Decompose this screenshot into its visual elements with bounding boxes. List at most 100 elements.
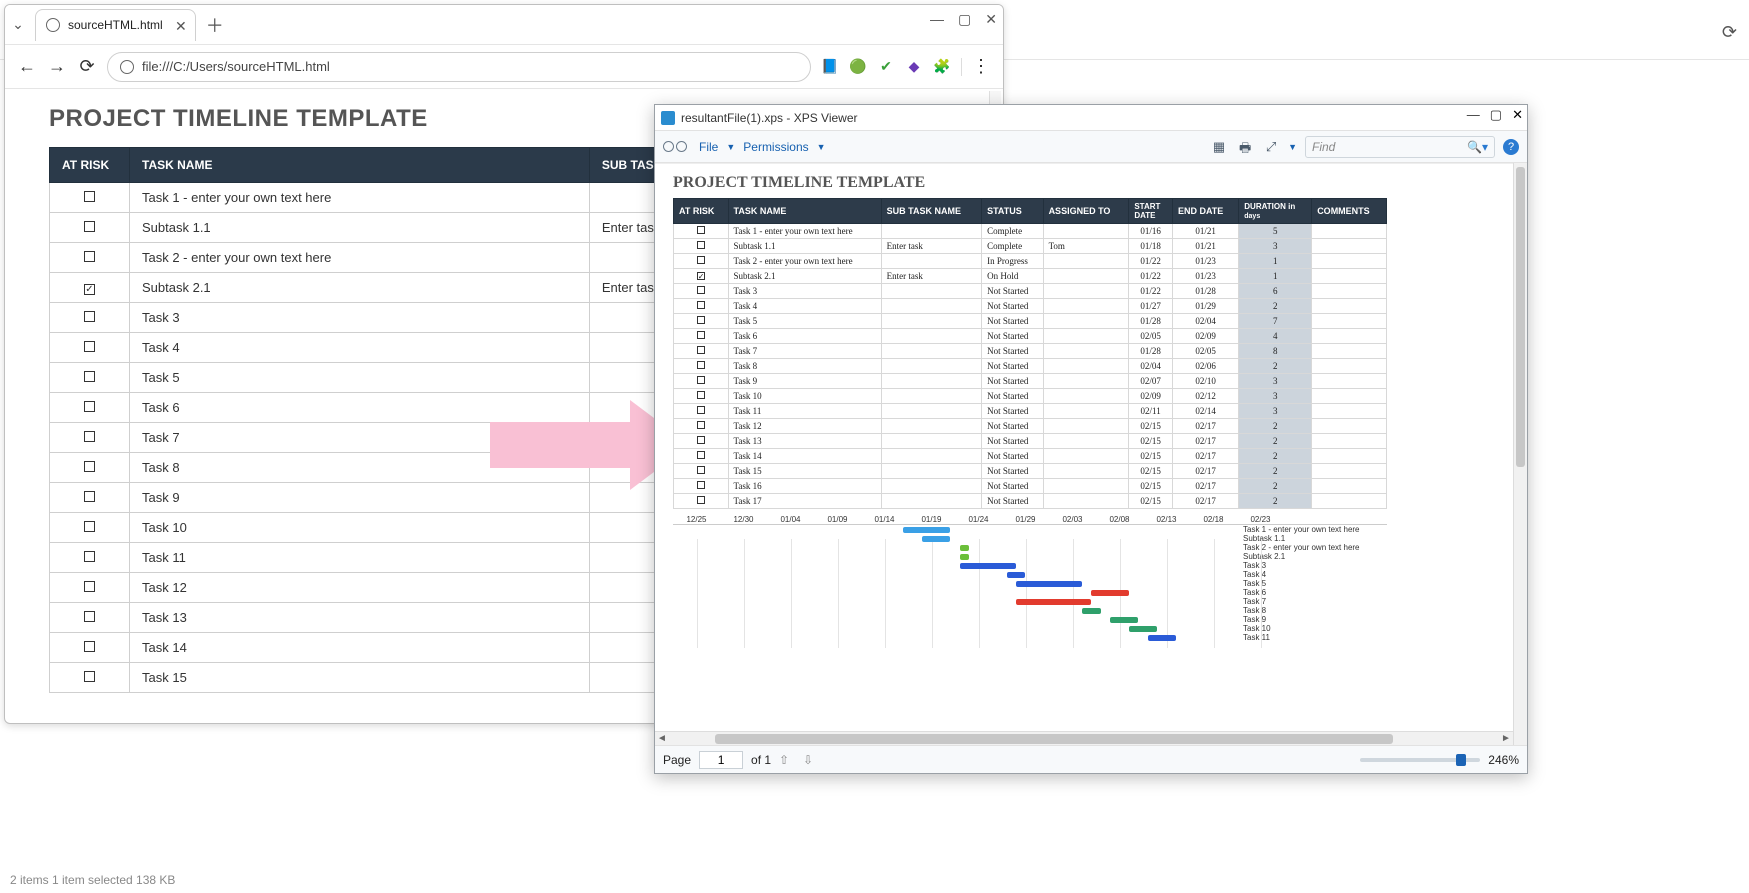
back-button[interactable]: ← <box>17 56 37 77</box>
subtask-cell <box>881 254 981 269</box>
column-header: TASK NAME <box>728 199 881 224</box>
new-tab-button[interactable]: ＋ <box>206 12 224 38</box>
page-down-button[interactable]: ⇩ <box>803 753 819 767</box>
table-row: Task 9Not Started02/0702/103 <box>674 374 1387 389</box>
risk-cell[interactable] <box>50 363 130 393</box>
site-info-icon[interactable] <box>120 60 134 74</box>
legend-item: Task 5 <box>1243 579 1387 588</box>
menu-permissions[interactable]: Permissions <box>743 140 808 154</box>
maximize-button[interactable]: ▢ <box>958 11 971 28</box>
start-cell: 02/15 <box>1129 479 1173 494</box>
risk-cell[interactable] <box>674 299 729 314</box>
risk-cell[interactable] <box>674 284 729 299</box>
risk-cell[interactable] <box>674 464 729 479</box>
table-row: Task 13Not Started02/1502/172 <box>674 434 1387 449</box>
address-bar[interactable]: file:///C:/Users/sourceHTML.html <box>107 52 811 82</box>
find-input[interactable]: Find 🔍▾ <box>1305 136 1495 158</box>
table-row: Task 11Not Started02/1102/143 <box>674 404 1387 419</box>
risk-cell[interactable] <box>50 213 130 243</box>
print-icon[interactable]: 🖶 <box>1236 139 1254 155</box>
duration-cell: 2 <box>1239 434 1312 449</box>
risk-cell[interactable] <box>674 449 729 464</box>
risk-cell[interactable] <box>674 269 729 284</box>
binoculars-icon[interactable] <box>663 136 691 158</box>
risk-cell[interactable] <box>674 344 729 359</box>
risk-cell[interactable] <box>50 513 130 543</box>
risk-cell[interactable] <box>50 543 130 573</box>
duration-cell: 4 <box>1239 329 1312 344</box>
risk-cell[interactable] <box>50 273 130 303</box>
xps-vertical-scrollbar[interactable] <box>1513 163 1527 745</box>
chevron-down-icon[interactable]: ▼ <box>1288 142 1297 152</box>
risk-cell[interactable] <box>674 239 729 254</box>
risk-cell[interactable] <box>674 434 729 449</box>
menu-file[interactable]: File <box>699 140 718 154</box>
chevron-down-icon[interactable]: ▼ <box>726 142 735 152</box>
risk-cell[interactable] <box>50 483 130 513</box>
risk-cell[interactable] <box>674 479 729 494</box>
forward-button[interactable]: → <box>47 56 67 77</box>
minimize-button[interactable]: — <box>930 11 944 28</box>
risk-cell[interactable] <box>50 603 130 633</box>
risk-cell[interactable] <box>674 254 729 269</box>
risk-cell[interactable] <box>50 453 130 483</box>
fit-width-icon[interactable]: ⤢ <box>1262 139 1280 155</box>
task-cell: Task 15 <box>728 464 881 479</box>
page-up-button[interactable]: ⇧ <box>779 753 795 767</box>
risk-cell[interactable] <box>50 573 130 603</box>
minimize-button[interactable]: — <box>1467 107 1480 123</box>
end-cell: 01/23 <box>1172 269 1238 284</box>
layout-view-icon[interactable]: ▦ <box>1210 139 1228 155</box>
xps-document-area[interactable]: PROJECT TIMELINE TEMPLATE AT RISKTASK NA… <box>655 163 1513 745</box>
risk-cell[interactable] <box>674 314 729 329</box>
gantt-bar <box>960 545 969 551</box>
risk-cell[interactable] <box>674 404 729 419</box>
tab-title: sourceHTML.html <box>68 18 163 32</box>
browser-tab[interactable]: sourceHTML.html ✕ <box>35 9 196 41</box>
refresh-icon[interactable]: ⟳ <box>1722 22 1737 43</box>
risk-cell[interactable] <box>50 633 130 663</box>
risk-cell[interactable] <box>674 419 729 434</box>
subtask-cell <box>881 284 981 299</box>
risk-cell[interactable] <box>674 224 729 239</box>
maximize-button[interactable]: ▢ <box>1490 107 1502 123</box>
task-cell: Task 10 <box>728 389 881 404</box>
risk-cell[interactable] <box>50 663 130 693</box>
close-tab-icon[interactable]: ✕ <box>175 18 187 35</box>
table-row: Task 17Not Started02/1502/172 <box>674 494 1387 509</box>
risk-cell[interactable] <box>50 183 130 213</box>
risk-cell[interactable] <box>674 494 729 509</box>
risk-cell[interactable] <box>50 393 130 423</box>
status-cell: On Hold <box>982 269 1043 284</box>
comments-cell <box>1312 284 1387 299</box>
extensions-puzzle-icon[interactable]: 🧩 <box>933 58 951 76</box>
tab-overflow-chevron-icon[interactable]: ⌄ <box>5 16 31 33</box>
assigned-cell <box>1043 389 1129 404</box>
risk-cell[interactable] <box>674 329 729 344</box>
end-cell: 02/04 <box>1172 314 1238 329</box>
gantt-chart: 12/2512/3001/0401/0901/1401/1901/2401/29… <box>673 515 1387 648</box>
start-cell: 02/04 <box>1129 359 1173 374</box>
risk-cell[interactable] <box>674 359 729 374</box>
extension-icon[interactable]: 🟢 <box>849 58 867 76</box>
xps-horizontal-scrollbar[interactable]: ◄► <box>655 731 1513 745</box>
help-icon[interactable]: ? <box>1503 139 1519 155</box>
close-window-button[interactable]: ✕ <box>985 11 997 28</box>
risk-cell[interactable] <box>50 243 130 273</box>
close-window-button[interactable]: ✕ <box>1512 107 1523 123</box>
zoom-slider[interactable] <box>1360 758 1480 762</box>
extension-icon[interactable]: 📘 <box>821 58 839 76</box>
reload-button[interactable]: ⟳ <box>77 56 97 77</box>
page-number-input[interactable] <box>699 751 743 769</box>
extension-icon[interactable]: ✔ <box>877 58 895 76</box>
risk-cell[interactable] <box>50 333 130 363</box>
url-text: file:///C:/Users/sourceHTML.html <box>142 59 330 74</box>
risk-cell[interactable] <box>50 303 130 333</box>
extension-icon[interactable]: ◆ <box>905 58 923 76</box>
risk-cell[interactable] <box>674 389 729 404</box>
chevron-down-icon[interactable]: ▼ <box>817 142 826 152</box>
status-cell: Not Started <box>982 344 1043 359</box>
risk-cell[interactable] <box>674 374 729 389</box>
chrome-more-icon[interactable]: ⋮ <box>972 56 991 77</box>
risk-cell[interactable] <box>50 423 130 453</box>
